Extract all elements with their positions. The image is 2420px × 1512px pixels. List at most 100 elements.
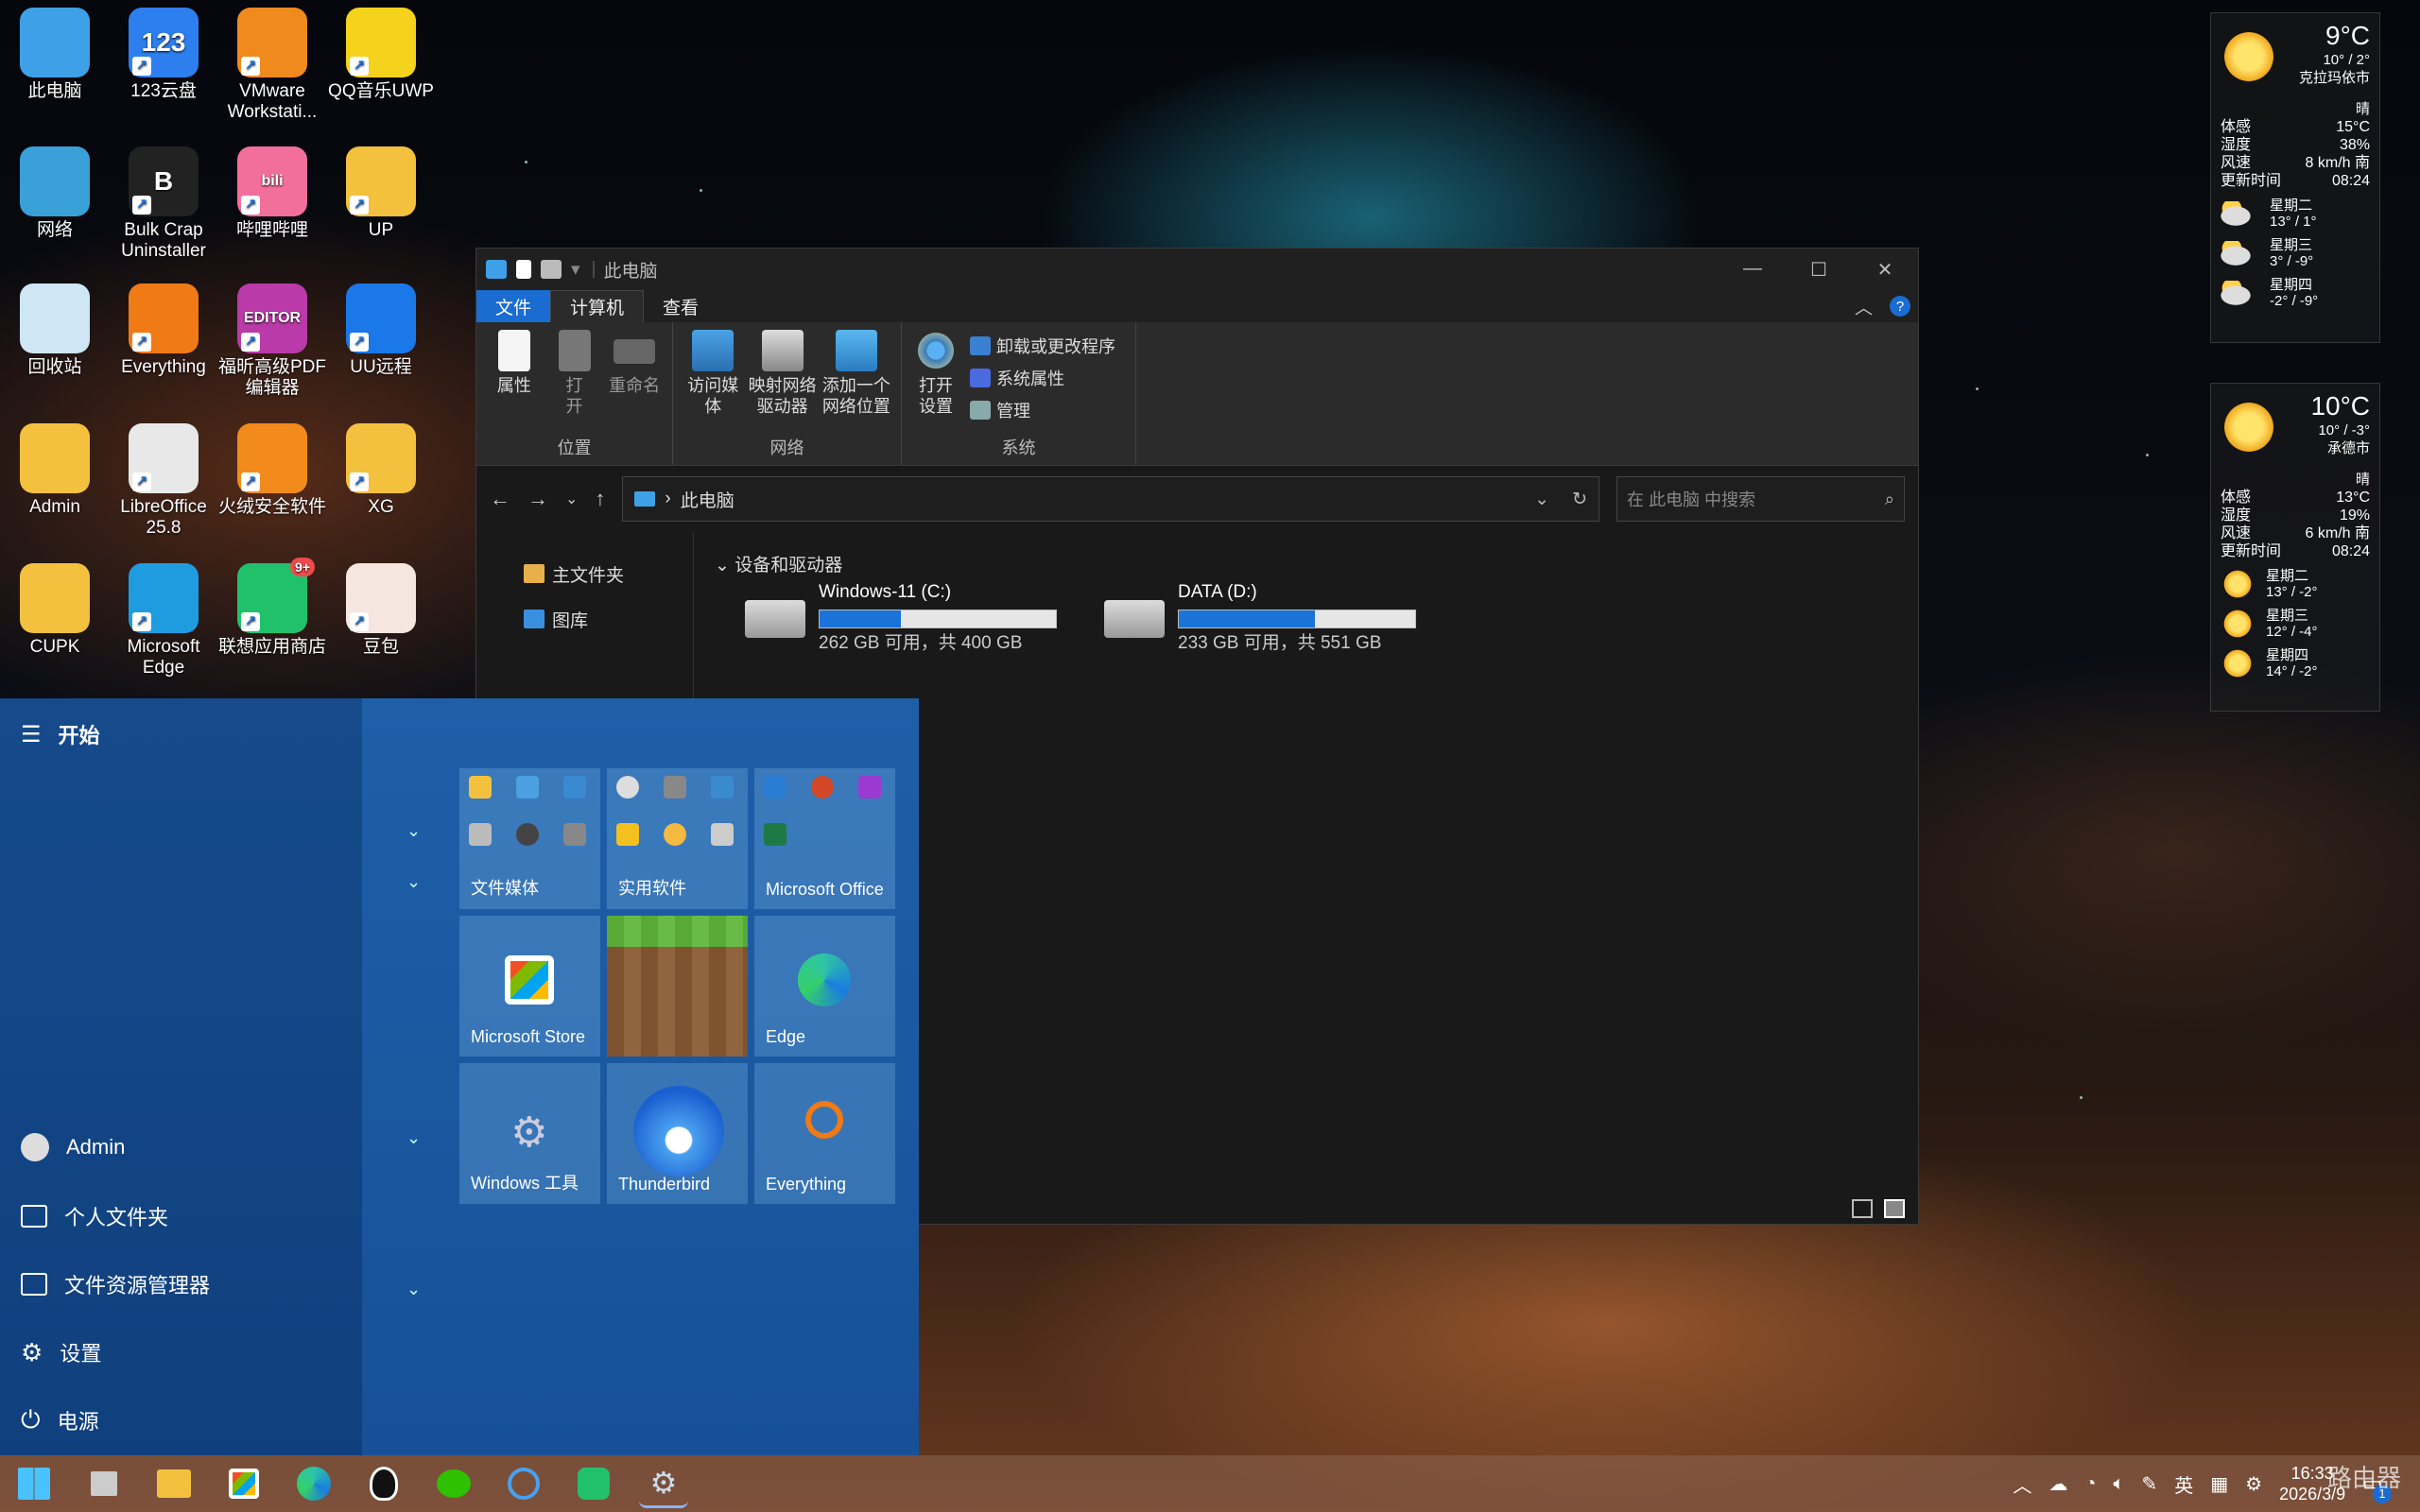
- desktop-icon[interactable]: ↗ UP: [326, 146, 436, 241]
- up-arrow-icon[interactable]: ↑: [595, 487, 605, 511]
- desktop-icon[interactable]: ↗ LibreOffice 25.8: [109, 423, 218, 539]
- start-item-settings[interactable]: ⚙ 设置: [21, 1337, 101, 1367]
- forward-arrow-icon[interactable]: →: [527, 487, 548, 511]
- taskbar-store[interactable]: [219, 1459, 268, 1508]
- start-item-user[interactable]: Admin: [21, 1133, 125, 1161]
- weather-widget-1[interactable]: 9°C 10° / 2° 克拉玛依市 晴 体感 15°C 湿度 38% 风速 8 km…: [2210, 12, 2380, 343]
- start-button[interactable]: [9, 1459, 59, 1508]
- details-view-icon[interactable]: [1852, 1199, 1873, 1218]
- drive-c[interactable]: Windows-11 (C:) 262 GB 可用，共 400 GB: [745, 581, 1057, 655]
- tile-windows-tools[interactable]: ⚙ Windows 工具: [459, 1063, 600, 1204]
- desktop-icon[interactable]: 123 ↗ 123云盘: [109, 8, 218, 102]
- start-item-power[interactable]: ⏻ 电源: [21, 1405, 99, 1435]
- address-dropdown-icon[interactable]: ⌄: [1534, 489, 1549, 510]
- wifi-icon[interactable]: ◔: [2084, 1473, 2096, 1495]
- chevron-down-icon[interactable]: ⌄: [406, 1280, 421, 1299]
- close-button[interactable]: ✕: [1852, 258, 1918, 282]
- collapse-ribbon-icon[interactable]: ︿: [1855, 294, 1873, 319]
- volume-icon[interactable]: 🔈︎: [2114, 1473, 2125, 1495]
- desktop-icon[interactable]: ↗ 豆包: [326, 563, 436, 658]
- tile-group-microsoft-office[interactable]: Microsoft Office: [754, 768, 895, 909]
- app-tray-icon[interactable]: ☁: [2048, 1472, 2067, 1496]
- gear-icon[interactable]: ⚙: [2245, 1472, 2262, 1496]
- back-arrow-icon[interactable]: ←: [490, 487, 510, 511]
- app-icon: ↗: [237, 423, 307, 493]
- tile-thunderbird[interactable]: Thunderbird: [607, 1063, 748, 1204]
- desktop-icon[interactable]: ↗ Everything: [109, 284, 218, 378]
- new-folder-quick-icon[interactable]: [541, 260, 562, 279]
- taskbar-lenovo-store[interactable]: [569, 1459, 618, 1508]
- desktop-icon[interactable]: ↗ Microsoft Edge: [109, 563, 218, 679]
- app-icon: ↗: [346, 423, 416, 493]
- pen-icon[interactable]: ✎: [2142, 1472, 2158, 1496]
- recent-locations-icon[interactable]: ⌄: [565, 490, 578, 508]
- weather-widget-2[interactable]: 10°C 10° / -3° 承德市 晴 体感 13°C 湿度 19% 风速 6 km…: [2210, 383, 2380, 712]
- title-bar[interactable]: ▾ | 此电脑 — ☐ ✕: [476, 249, 1918, 290]
- tile-group-file-media[interactable]: 文件媒体: [459, 768, 600, 909]
- nav-item-gallery[interactable]: 图库: [476, 596, 693, 642]
- shortcut-arrow-icon: ↗: [132, 57, 151, 76]
- taskbar-edge[interactable]: [289, 1459, 338, 1508]
- calculator-icon: [664, 776, 686, 799]
- desktop-icon[interactable]: ↗ VMware Workstati...: [217, 8, 327, 123]
- address-bar[interactable]: › 此电脑 ⌄ ↻: [622, 476, 1599, 522]
- search-icon[interactable]: ⌕: [1885, 490, 1894, 509]
- taskbar-uu-remote[interactable]: [499, 1459, 548, 1508]
- taskbar-settings[interactable]: ⚙: [639, 1459, 688, 1508]
- desktop-icon[interactable]: Admin: [0, 423, 110, 518]
- desktop-icon[interactable]: CUPK: [0, 563, 110, 658]
- desktop-icon[interactable]: ↗ XG: [326, 423, 436, 518]
- tile-microsoft-store[interactable]: Microsoft Store: [459, 916, 600, 1057]
- shortcut-arrow-icon: ↗: [350, 612, 369, 631]
- start-item-personal-folder[interactable]: 个人文件夹: [21, 1201, 168, 1231]
- drive-d[interactable]: DATA (D:) 233 GB 可用，共 551 GB: [1104, 581, 1416, 655]
- search-input[interactable]: 在 此电脑 中搜索 ⌕: [1616, 476, 1905, 522]
- desktop-icon[interactable]: 回收站: [0, 284, 110, 378]
- chevron-down-icon[interactable]: ⌄: [406, 821, 421, 841]
- chevron-down-icon[interactable]: ⌄: [406, 1128, 421, 1148]
- section-header[interactable]: ⌄ 设备和驱动器: [715, 551, 842, 576]
- system-properties-button[interactable]: 系统属性: [970, 362, 1115, 394]
- manage-button[interactable]: 管理: [970, 394, 1115, 426]
- desktop-icon[interactable]: bili ↗ 哔哩哔哩: [217, 146, 327, 241]
- desktop-icon[interactable]: ↗ QQ音乐UWP: [326, 8, 436, 102]
- tab-computer[interactable]: 计算机: [550, 290, 645, 322]
- ime-indicator[interactable]: 英: [2174, 1470, 2193, 1498]
- start-item-file-explorer[interactable]: 文件资源管理器: [21, 1269, 210, 1299]
- taskbar-wechat[interactable]: [429, 1459, 478, 1508]
- taskbar-file-explorer[interactable]: [149, 1459, 199, 1508]
- quick-access-dropdown-icon[interactable]: ▾: [571, 259, 580, 281]
- taskbar-qq[interactable]: [359, 1459, 408, 1508]
- properties-quick-icon[interactable]: [516, 260, 531, 279]
- tile-edge[interactable]: Edge: [754, 916, 895, 1057]
- desktop-icon[interactable]: 网络: [0, 146, 110, 241]
- watermark: 路由器: [2326, 1464, 2401, 1492]
- breadcrumb[interactable]: 此电脑: [681, 487, 735, 512]
- desktop-icon[interactable]: B ↗ Bulk Crap Uninstaller: [109, 146, 218, 262]
- desktop-icon[interactable]: ↗ 火绒安全软件: [217, 423, 327, 518]
- desktop-icon[interactable]: EDITOR ↗ 福昕高级PDF编辑器: [217, 284, 327, 399]
- desktop-icon[interactable]: 此电脑: [0, 8, 110, 102]
- nav-item-home[interactable]: 主文件夹: [476, 551, 693, 596]
- desktop-icon[interactable]: ↗ 9+ 联想应用商店: [217, 558, 327, 658]
- uninstall-program-button[interactable]: 卸载或更改程序: [970, 330, 1115, 362]
- taskbar-task-view[interactable]: [79, 1459, 129, 1508]
- help-icon[interactable]: ?: [1890, 296, 1910, 317]
- large-icons-view-icon[interactable]: [1884, 1199, 1905, 1218]
- manage-icon: [970, 401, 991, 420]
- show-hidden-icons-chevron-icon[interactable]: ︿: [2013, 1470, 2031, 1498]
- start-menu[interactable]: ☰ 开始 Admin 个人文件夹 文件资源管理器 ⚙ 设置 ⏻ 电源 ⌄ ⌄ ⌄ ⌄…: [0, 698, 919, 1455]
- tile-group-utilities[interactable]: 实用软件: [607, 768, 748, 909]
- desktop-icon[interactable]: ↗ UU远程: [326, 284, 436, 378]
- tab-view[interactable]: 查看: [644, 290, 717, 322]
- tab-file[interactable]: 文件: [476, 290, 551, 322]
- chevron-down-icon[interactable]: ⌄: [406, 872, 421, 892]
- minimize-button[interactable]: —: [1720, 258, 1786, 282]
- maximize-button[interactable]: ☐: [1786, 258, 1852, 282]
- hamburger-menu-icon[interactable]: ☰: [21, 721, 42, 748]
- start-header[interactable]: ☰ 开始: [21, 719, 100, 749]
- tile-minecraft[interactable]: [607, 916, 748, 1057]
- keyboard-grid-icon[interactable]: ▦: [2210, 1472, 2228, 1496]
- refresh-icon[interactable]: ↻: [1572, 489, 1587, 510]
- tile-everything[interactable]: Everything: [754, 1063, 895, 1204]
